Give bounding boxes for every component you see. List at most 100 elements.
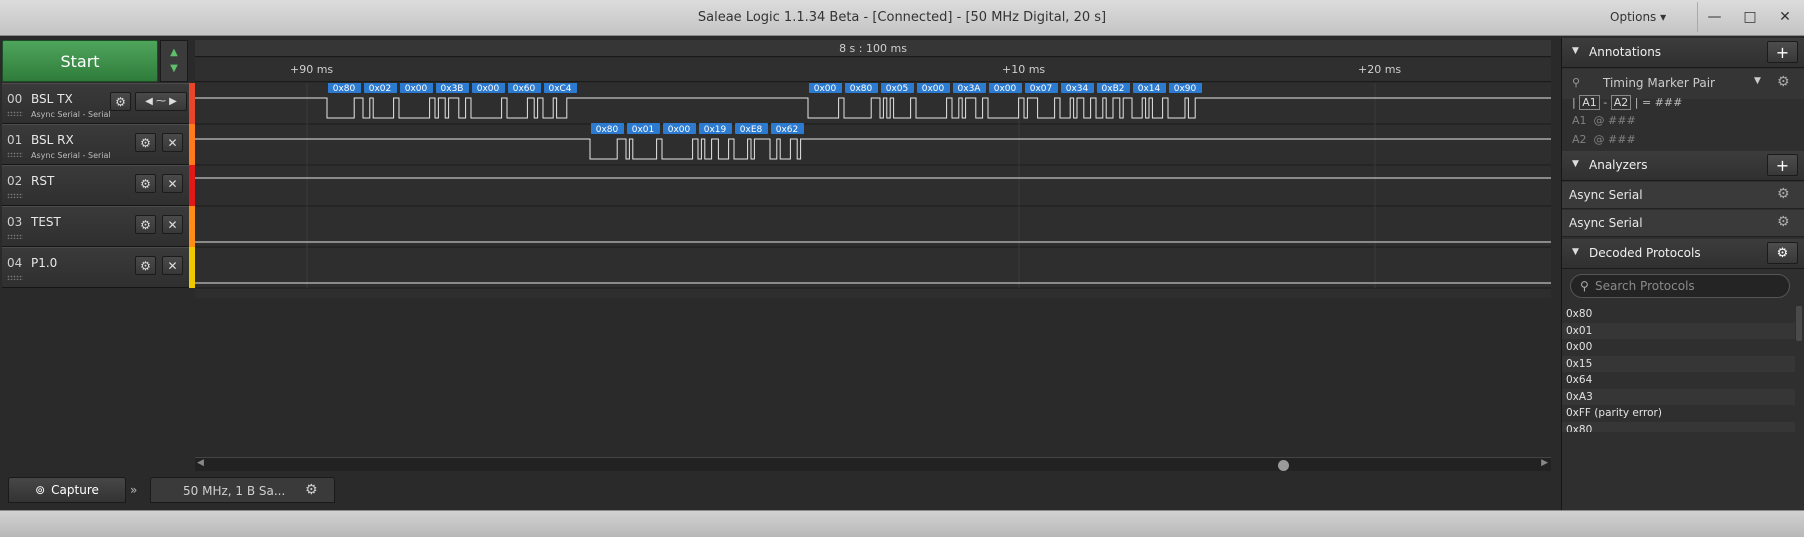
drag-handle-icon[interactable] — [7, 234, 23, 239]
horizontal-scrollbar[interactable]: ◀ ▶ — [195, 457, 1551, 471]
gear-icon[interactable]: ⚙ — [110, 92, 131, 111]
marker-a2[interactable]: A2 — [1610, 95, 1632, 110]
analyzer-item[interactable]: Async Serial ⚙ — [1562, 210, 1804, 237]
gear-icon[interactable]: ⚙ — [135, 256, 156, 275]
status-bar — [0, 510, 1804, 537]
gear-icon[interactable]: ⚙ — [1777, 74, 1790, 90]
chevron-up-icon[interactable]: ▲ — [170, 45, 178, 61]
decoded-byte-label: 0x80 — [333, 84, 356, 94]
decoded-byte-label: 0xE8 — [740, 125, 763, 135]
annotations-title: Annotations — [1589, 45, 1662, 59]
waveform-area[interactable]: 0x80 0x02 0x00 0x3B 0x00 0x60 0xC4 0x00 0x80 0x05… — [195, 83, 1551, 298]
session-tab[interactable]: 50 MHz, 1 B Sa... ⚙ — [150, 477, 335, 503]
gear-icon[interactable]: ⚙ — [1777, 186, 1790, 202]
collapse-icon[interactable]: ▼ — [1572, 46, 1579, 56]
drag-handle-icon[interactable] — [7, 152, 23, 157]
drag-handle-icon[interactable] — [7, 275, 23, 280]
scroll-right-icon[interactable]: ▶ — [1541, 458, 1548, 468]
scroll-left-icon[interactable]: ◀ — [197, 458, 204, 468]
chevron-down-icon[interactable]: ▼ — [170, 61, 178, 77]
dropdown-icon[interactable]: ▼ — [1754, 76, 1761, 86]
waveform-empty-area[interactable] — [195, 298, 1551, 458]
list-item[interactable]: 0x64 — [1562, 372, 1795, 389]
capture-tab[interactable]: ⊚ Capture — [8, 477, 126, 503]
decoded-byte-label: 0x34 — [1066, 84, 1089, 94]
channel-name[interactable]: TEST — [31, 215, 61, 229]
search-protocols-input[interactable]: ⚲ Search Protocols — [1570, 274, 1790, 298]
decoded-list[interactable]: 0x80 0x01 0x00 0x15 0x64 0xA3 0xFF (pari… — [1562, 306, 1795, 432]
analyzers-header[interactable]: ▼ Analyzers + — [1562, 151, 1804, 181]
start-button[interactable]: Start — [2, 40, 158, 82]
channel-name[interactable]: BSL RX — [31, 133, 74, 147]
decoded-byte-label: 0x60 — [513, 84, 536, 94]
decoded-byte-label: 0x3A — [958, 84, 982, 94]
waveform-canvas[interactable]: 0x80 0x02 0x00 0x3B 0x00 0x60 0xC4 0x00 0x80 0x05… — [195, 83, 1551, 298]
channel-row-test[interactable]: 03 TEST ⚙ ✕ — [2, 206, 189, 247]
decoded-protocols-header[interactable]: ▼ Decoded Protocols ⚙ — [1562, 239, 1804, 269]
drag-handle-icon[interactable] — [7, 111, 23, 116]
title-bar: Saleae Logic 1.1.34 Beta - [Connected] -… — [0, 0, 1804, 36]
options-menu[interactable]: Options ▾ — [1610, 10, 1666, 24]
close-icon[interactable]: ✕ — [162, 256, 183, 275]
gear-icon[interactable]: ⚙ — [135, 174, 156, 193]
collapse-icon[interactable]: ▼ — [1572, 247, 1579, 257]
channel-row-p1-0[interactable]: 04 P1.0 ⚙ ✕ — [2, 247, 189, 288]
decoded-protocols-title: Decoded Protocols — [1589, 246, 1701, 260]
minimize-icon[interactable]: — — [1697, 2, 1731, 32]
signal-trace — [195, 97, 1551, 119]
decoded-byte-label: 0x00 — [814, 84, 837, 94]
maximize-icon[interactable]: □ — [1733, 2, 1767, 32]
app-window: Saleae Logic 1.1.34 Beta - [Connected] -… — [0, 0, 1804, 537]
list-item[interactable]: 0xFF (parity error) — [1562, 405, 1795, 422]
trigger-edge-icon[interactable]: ◀ ⁓ ▶ — [135, 92, 187, 111]
list-scrollbar[interactable] — [1796, 306, 1802, 341]
close-icon[interactable]: ✕ — [1768, 2, 1802, 32]
decoded-byte-label: 0x01 — [632, 125, 655, 135]
start-options-arrows[interactable]: ▲ ▼ — [160, 40, 188, 82]
channel-row-bsl-tx[interactable]: 00 BSL TX Async Serial - Serial ⚙ ◀ ⁓ ▶ — [2, 83, 189, 124]
window-title: Saleae Logic 1.1.34 Beta - [Connected] -… — [697, 10, 1107, 25]
list-item[interactable]: 0x15 — [1562, 355, 1795, 372]
list-item[interactable]: 0x00 — [1562, 339, 1795, 356]
channel-name[interactable]: P1.0 — [31, 256, 57, 270]
analyzer-item[interactable]: Async Serial ⚙ — [1562, 182, 1804, 209]
scroll-thumb[interactable] — [1278, 460, 1289, 471]
decoded-byte-label: 0x80 — [596, 125, 619, 135]
timeline-ruler[interactable]: +90 ms +10 ms +20 ms — [195, 58, 1551, 82]
signal-trace — [195, 138, 1551, 160]
bottom-tab-bar: ⊚ Capture » 50 MHz, 1 B Sa... ⚙ — [0, 473, 1560, 509]
tick-label: +10 ms — [1002, 63, 1046, 76]
gear-icon[interactable]: ⚙ — [135, 215, 156, 234]
add-annotation-button[interactable]: + — [1767, 41, 1798, 63]
list-item[interactable]: 0x80 — [1562, 421, 1795, 432]
list-item[interactable]: 0x01 — [1562, 322, 1795, 339]
marker-a1[interactable]: A1 — [1579, 95, 1600, 110]
analyzer-label: Async Serial — [1569, 216, 1643, 230]
channel-row-rst[interactable]: 02 RST ⚙ ✕ — [2, 165, 189, 206]
a2-label: A2 — [1572, 133, 1587, 146]
channel-name[interactable]: RST — [31, 174, 54, 188]
gear-icon[interactable]: ⚙ — [305, 482, 318, 498]
more-tabs-icon[interactable]: » — [130, 483, 137, 497]
channel-name[interactable]: BSL TX — [31, 92, 73, 106]
drag-handle-icon[interactable] — [7, 193, 23, 198]
right-sidebar: ▼ Annotations + ⚲ Timing Marker Pair ▼ ⚙… — [1561, 38, 1804, 510]
gear-icon[interactable]: ⚙ — [135, 133, 156, 152]
decoded-byte-label: 0x05 — [886, 84, 909, 94]
decoded-byte-label: 0x00 — [668, 125, 691, 135]
add-analyzer-button[interactable]: + — [1767, 154, 1798, 176]
channel-row-bsl-rx[interactable]: 01 BSL RX Async Serial - Serial ⚙ ✕ — [2, 124, 189, 165]
channel-number: 03 — [7, 215, 23, 229]
decoded-byte-label: 0x02 — [369, 84, 392, 94]
list-item[interactable]: 0xA3 — [1562, 388, 1795, 405]
collapse-icon[interactable]: ▼ — [1572, 159, 1579, 169]
list-item[interactable]: 0x80 — [1562, 306, 1795, 323]
close-icon[interactable]: ✕ — [162, 215, 183, 234]
annotations-header[interactable]: ▼ Annotations + — [1562, 38, 1804, 68]
gear-icon[interactable]: ⚙ — [1777, 214, 1790, 230]
gear-icon[interactable]: ⚙ — [1767, 242, 1798, 264]
decoded-byte-label: 0x3B — [441, 84, 464, 94]
close-icon[interactable]: ✕ — [162, 174, 183, 193]
close-icon[interactable]: ✕ — [162, 133, 183, 152]
analyzer-label: Async Serial — [1569, 188, 1643, 202]
